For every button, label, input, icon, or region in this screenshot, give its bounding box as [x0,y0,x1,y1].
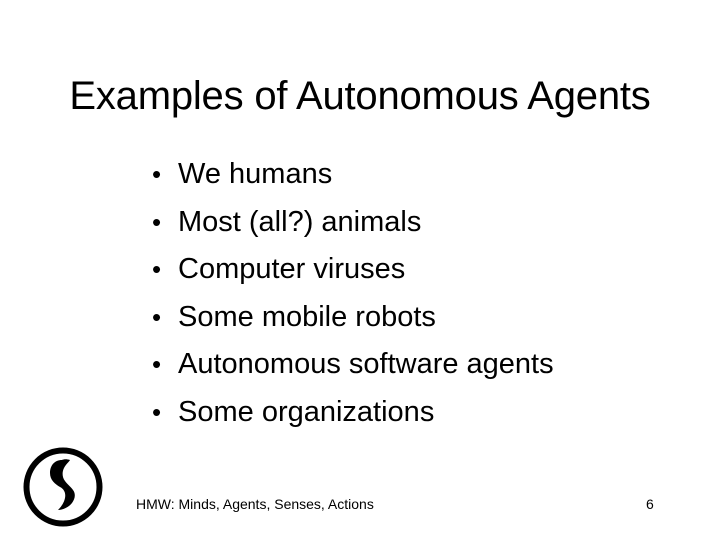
bullet-text: Some organizations [178,395,435,428]
bullet-text: Some mobile robots [178,300,436,333]
footer-text: HMW: Minds, Agents, Senses, Actions [136,496,374,512]
bullet-text: We humans [178,158,333,190]
slide: Examples of Autonomous Agents • We human… [0,0,720,540]
bullet-dot-icon: • [152,159,162,189]
bullet-item: • Most (all?) animals [152,200,554,248]
circle-emblem-logo-icon [22,446,104,528]
bullet-dot-icon: • [152,349,162,379]
bullet-list: • We humans • Most (all?) animals • Comp… [152,152,554,437]
bullet-item: • Autonomous software agents [152,342,554,390]
bullet-text: Computer viruses [178,253,406,285]
bullet-dot-icon: • [152,301,162,332]
page-number: 6 [646,496,654,512]
bullet-dot-icon: • [152,396,162,427]
bullet-item: • Some mobile robots [152,295,554,343]
bullet-item: • We humans [152,152,554,200]
bullet-item: • Some organizations [152,390,554,438]
bullet-item: • Computer viruses [152,247,554,295]
bullet-text: Most (all?) animals [178,205,422,238]
bullet-text: Autonomous software agents [178,348,554,380]
bullet-dot-icon: • [152,254,162,284]
slide-title: Examples of Autonomous Agents [69,74,651,118]
bullet-dot-icon: • [152,206,162,237]
